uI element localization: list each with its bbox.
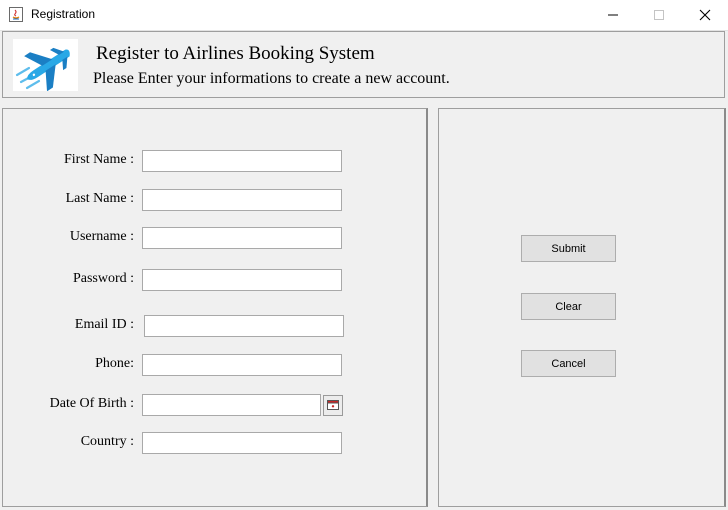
close-button[interactable] <box>682 0 728 30</box>
first-name-label: First Name : <box>64 152 134 167</box>
close-icon <box>699 9 711 21</box>
maximize-icon <box>654 10 664 20</box>
submit-button[interactable]: Submit <box>521 235 616 262</box>
password-label: Password : <box>72 271 134 286</box>
minimize-icon <box>608 14 618 16</box>
maximize-button[interactable] <box>636 0 682 30</box>
password-input[interactable] <box>142 269 342 291</box>
first-name-input[interactable] <box>142 150 342 172</box>
clear-button[interactable]: Clear <box>521 293 616 320</box>
window-title: Registration <box>31 7 96 21</box>
date-of-birth-input[interactable] <box>142 394 321 416</box>
registration-form-panel: First Name : Last Name : Username : Pass… <box>2 108 428 507</box>
country-input[interactable] <box>142 432 342 454</box>
phone-input[interactable] <box>142 354 342 376</box>
date-picker-button[interactable] <box>323 395 343 416</box>
window-titlebar[interactable]: Registration <box>0 0 728 31</box>
minimize-button[interactable] <box>590 0 636 30</box>
actions-panel: Submit Clear Cancel <box>438 108 726 507</box>
email-id-label: Email ID : <box>74 317 134 332</box>
country-label: Country : <box>80 434 134 449</box>
username-input[interactable] <box>142 227 342 249</box>
header-subtitle: Please Enter your informations to create… <box>93 70 450 87</box>
header-title: Register to Airlines Booking System <box>96 43 375 64</box>
last-name-label: Last Name : <box>65 191 134 206</box>
header-panel: Register to Airlines Booking System Plea… <box>2 31 725 98</box>
phone-label: Phone: <box>95 356 134 371</box>
cancel-button[interactable]: Cancel <box>521 350 616 377</box>
java-app-icon <box>9 7 23 22</box>
email-id-input[interactable] <box>144 315 344 337</box>
calendar-icon <box>327 400 339 410</box>
username-label: Username : <box>69 229 134 244</box>
airplane-logo <box>13 39 78 92</box>
date-of-birth-label: Date Of Birth : <box>49 396 134 411</box>
last-name-input[interactable] <box>142 189 342 211</box>
